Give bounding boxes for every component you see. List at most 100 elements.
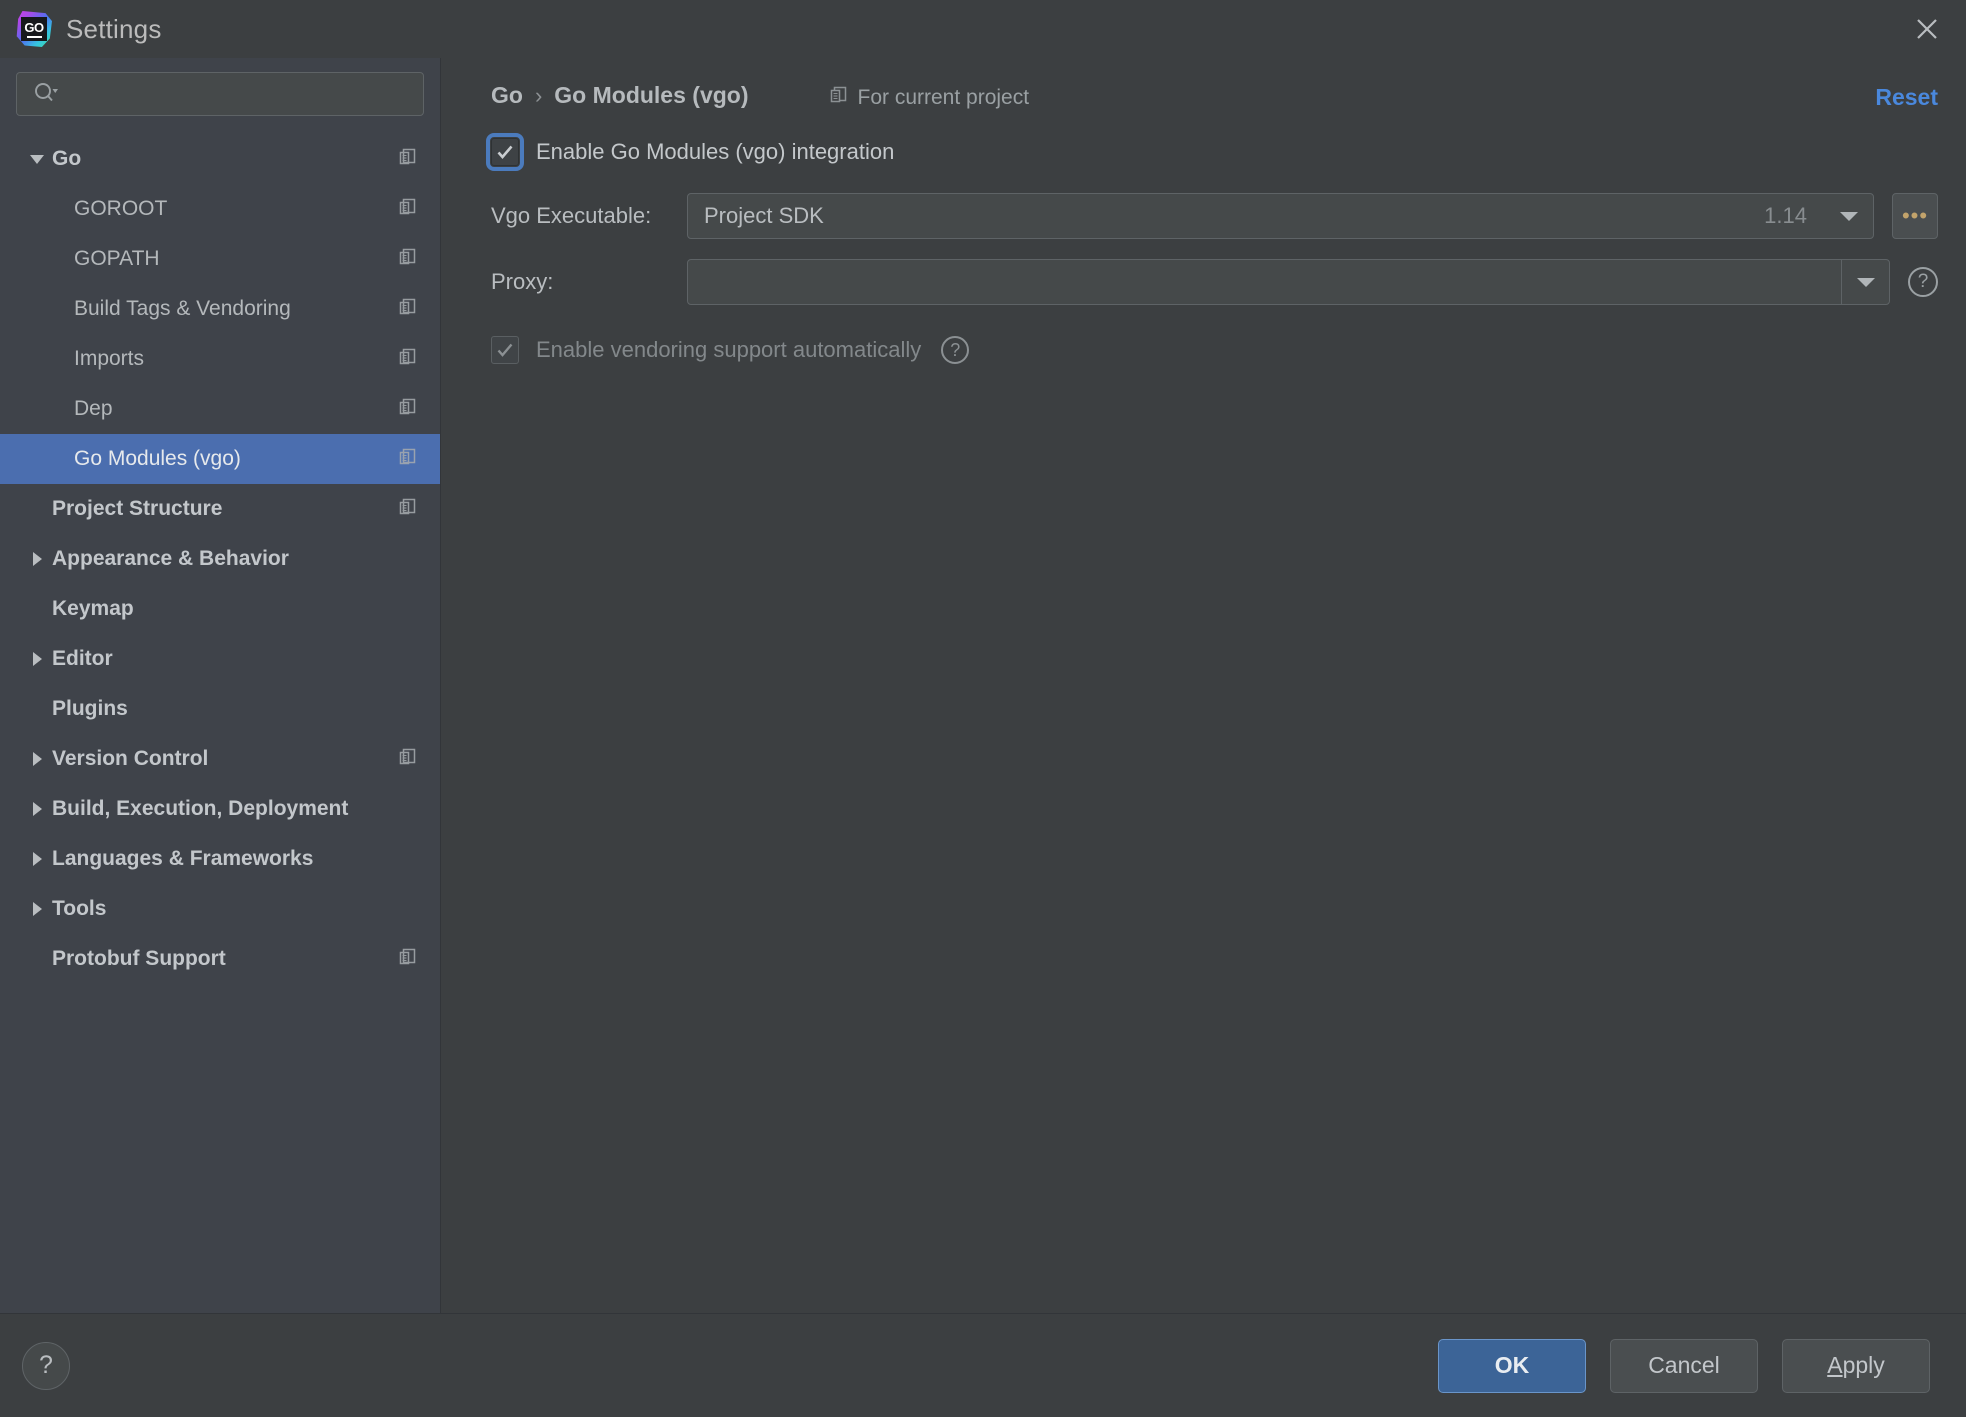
sidebar-item-tools[interactable]: Tools: [0, 884, 440, 934]
cancel-button[interactable]: Cancel: [1610, 1338, 1758, 1393]
sidebar-item-dep[interactable]: Dep: [0, 384, 440, 434]
tree-expander-collapsed[interactable]: [22, 799, 52, 819]
sidebar-item-build-execution-deployment[interactable]: Build, Execution, Deployment: [0, 784, 440, 834]
vendoring-label: Enable vendoring support automatically: [536, 337, 922, 362]
ok-button[interactable]: OK: [1438, 1338, 1586, 1393]
tree-expander-collapsed[interactable]: [22, 549, 52, 569]
search-icon: [33, 81, 59, 108]
vgo-sdk-version: 1.14: [1764, 203, 1807, 228]
project-scope-icon: [398, 147, 418, 172]
sidebar-item-label: GOPATH: [74, 247, 160, 270]
search-input[interactable]: [65, 82, 413, 106]
sidebar-item-label: Dep: [74, 397, 113, 420]
sidebar-item-label: Languages & Frameworks: [52, 847, 314, 870]
checkmark-icon: [497, 343, 513, 357]
sidebar-item-version-control[interactable]: Version Control: [0, 734, 440, 784]
proxy-label: Proxy:: [491, 269, 554, 294]
apply-rest: pply: [1842, 1352, 1885, 1378]
vgo-executable-label: Vgo Executable:: [491, 203, 652, 228]
sidebar-item-build-tags-vendoring[interactable]: Build Tags & Vendoring: [0, 284, 440, 334]
project-scope-icon: [398, 197, 418, 222]
sidebar-item-go-modules-vgo[interactable]: Go Modules (vgo): [0, 434, 440, 484]
vendoring-help-icon[interactable]: ?: [941, 336, 970, 364]
apply-button[interactable]: Apply: [1782, 1338, 1930, 1393]
tree-expander-expanded[interactable]: [22, 149, 52, 169]
breadcrumb: Go › Go Modules (vgo) For current projec…: [469, 58, 1938, 120]
vgo-executable-dropdown-arrow[interactable]: [1825, 194, 1873, 238]
dialog-titlebar: GO Settings: [0, 0, 1966, 58]
help-button[interactable]: ?: [22, 1341, 70, 1390]
vgo-executable-row: Vgo Executable: Project SDK 1.14 •••: [491, 192, 1938, 240]
checkmark-icon: [497, 145, 513, 159]
chevron-right-icon: [33, 552, 42, 566]
sidebar-item-label: Version Control: [52, 747, 209, 770]
chevron-right-icon: [33, 852, 42, 866]
proxy-row: Proxy: ?: [491, 258, 1938, 306]
sidebar-item-project-structure[interactable]: Project Structure: [0, 484, 440, 534]
sidebar-item-label: Go: [52, 147, 82, 170]
tree-expander-collapsed[interactable]: [22, 649, 52, 669]
sidebar-item-go[interactable]: Go: [0, 134, 440, 184]
chevron-right-icon: [33, 802, 42, 816]
sidebar-item-label: Tools: [52, 897, 107, 920]
sidebar-item-plugins[interactable]: Plugins: [0, 684, 440, 734]
chevron-down-icon: [30, 155, 44, 164]
scope-indicator: For current project: [829, 85, 1030, 111]
chevron-down-icon: [1840, 212, 1858, 221]
breadcrumb-separator: ›: [534, 83, 543, 108]
sidebar-item-languages-frameworks[interactable]: Languages & Frameworks: [0, 834, 440, 884]
proxy-dropdown-arrow[interactable]: [1841, 260, 1889, 304]
breadcrumb-root[interactable]: Go: [491, 82, 523, 109]
sidebar-item-label: Protobuf Support: [52, 947, 226, 970]
sidebar-item-label: Build Tags & Vendoring: [74, 297, 291, 320]
reset-link[interactable]: Reset: [1875, 84, 1938, 111]
close-icon: [1917, 19, 1937, 39]
chevron-right-icon: [33, 902, 42, 916]
sidebar-item-gopath[interactable]: GOPATH: [0, 234, 440, 284]
dialog-footer: ? OK Cancel Apply: [0, 1313, 1966, 1417]
project-scope-icon: [398, 247, 418, 272]
sidebar-item-appearance-behavior[interactable]: Appearance & Behavior: [0, 534, 440, 584]
scope-label: For current project: [857, 86, 1030, 109]
project-scope-icon: [398, 347, 418, 372]
sidebar-item-editor[interactable]: Editor: [0, 634, 440, 684]
project-scope-icon: [829, 85, 849, 111]
vgo-browse-button[interactable]: •••: [1892, 193, 1938, 239]
close-button[interactable]: [1888, 0, 1966, 58]
enable-integration-row: Enable Go Modules (vgo) integration: [486, 130, 1938, 174]
sidebar-item-label: Plugins: [52, 697, 128, 720]
sidebar-item-goroot[interactable]: GOROOT: [0, 184, 440, 234]
project-scope-icon: [398, 747, 418, 772]
project-scope-icon: [398, 947, 418, 972]
settings-tree: Go GOROOT GOPATH Build Tags & Vendoring Impo…: [0, 126, 440, 1313]
proxy-combo[interactable]: [687, 259, 1890, 305]
tree-expander-collapsed[interactable]: [22, 749, 52, 769]
vgo-executable-combo[interactable]: Project SDK 1.14: [687, 193, 1874, 239]
sidebar-item-label: GOROOT: [74, 197, 168, 220]
tree-expander-collapsed[interactable]: [22, 849, 52, 869]
search-box[interactable]: [16, 72, 424, 116]
sidebar-item-label: Go Modules (vgo): [74, 447, 241, 470]
dialog-body: Go GOROOT GOPATH Build Tags & Vendoring Impo…: [0, 58, 1966, 1313]
tree-expander-collapsed[interactable]: [22, 899, 52, 919]
enable-integration-label: Enable Go Modules (vgo) integration: [536, 139, 895, 164]
vendoring-row: Enable vendoring support automatically ?: [491, 328, 1938, 372]
settings-sidebar: Go GOROOT GOPATH Build Tags & Vendoring Impo…: [0, 58, 441, 1313]
chevron-right-icon: [33, 752, 42, 766]
sidebar-item-label: Editor: [52, 647, 113, 670]
project-scope-icon: [398, 297, 418, 322]
chevron-down-icon: [1856, 278, 1875, 287]
logo-text: GO: [24, 19, 44, 35]
settings-main-panel: Go › Go Modules (vgo) For current projec…: [441, 58, 1966, 1313]
proxy-help-icon[interactable]: ?: [1908, 267, 1938, 297]
apply-mnemonic: A: [1827, 1352, 1843, 1378]
settings-dialog: GO Settings Go GOROOT GOPATH Build Tags …: [0, 0, 1966, 1417]
project-scope-icon: [398, 447, 418, 472]
enable-integration-checkbox[interactable]: [486, 133, 524, 171]
sidebar-item-imports[interactable]: Imports: [0, 334, 440, 384]
project-scope-icon: [398, 497, 418, 522]
vgo-executable-value: Project SDK: [704, 203, 824, 228]
sidebar-item-label: Imports: [74, 347, 145, 370]
sidebar-item-keymap[interactable]: Keymap: [0, 584, 440, 634]
sidebar-item-protobuf-support[interactable]: Protobuf Support: [0, 934, 440, 984]
